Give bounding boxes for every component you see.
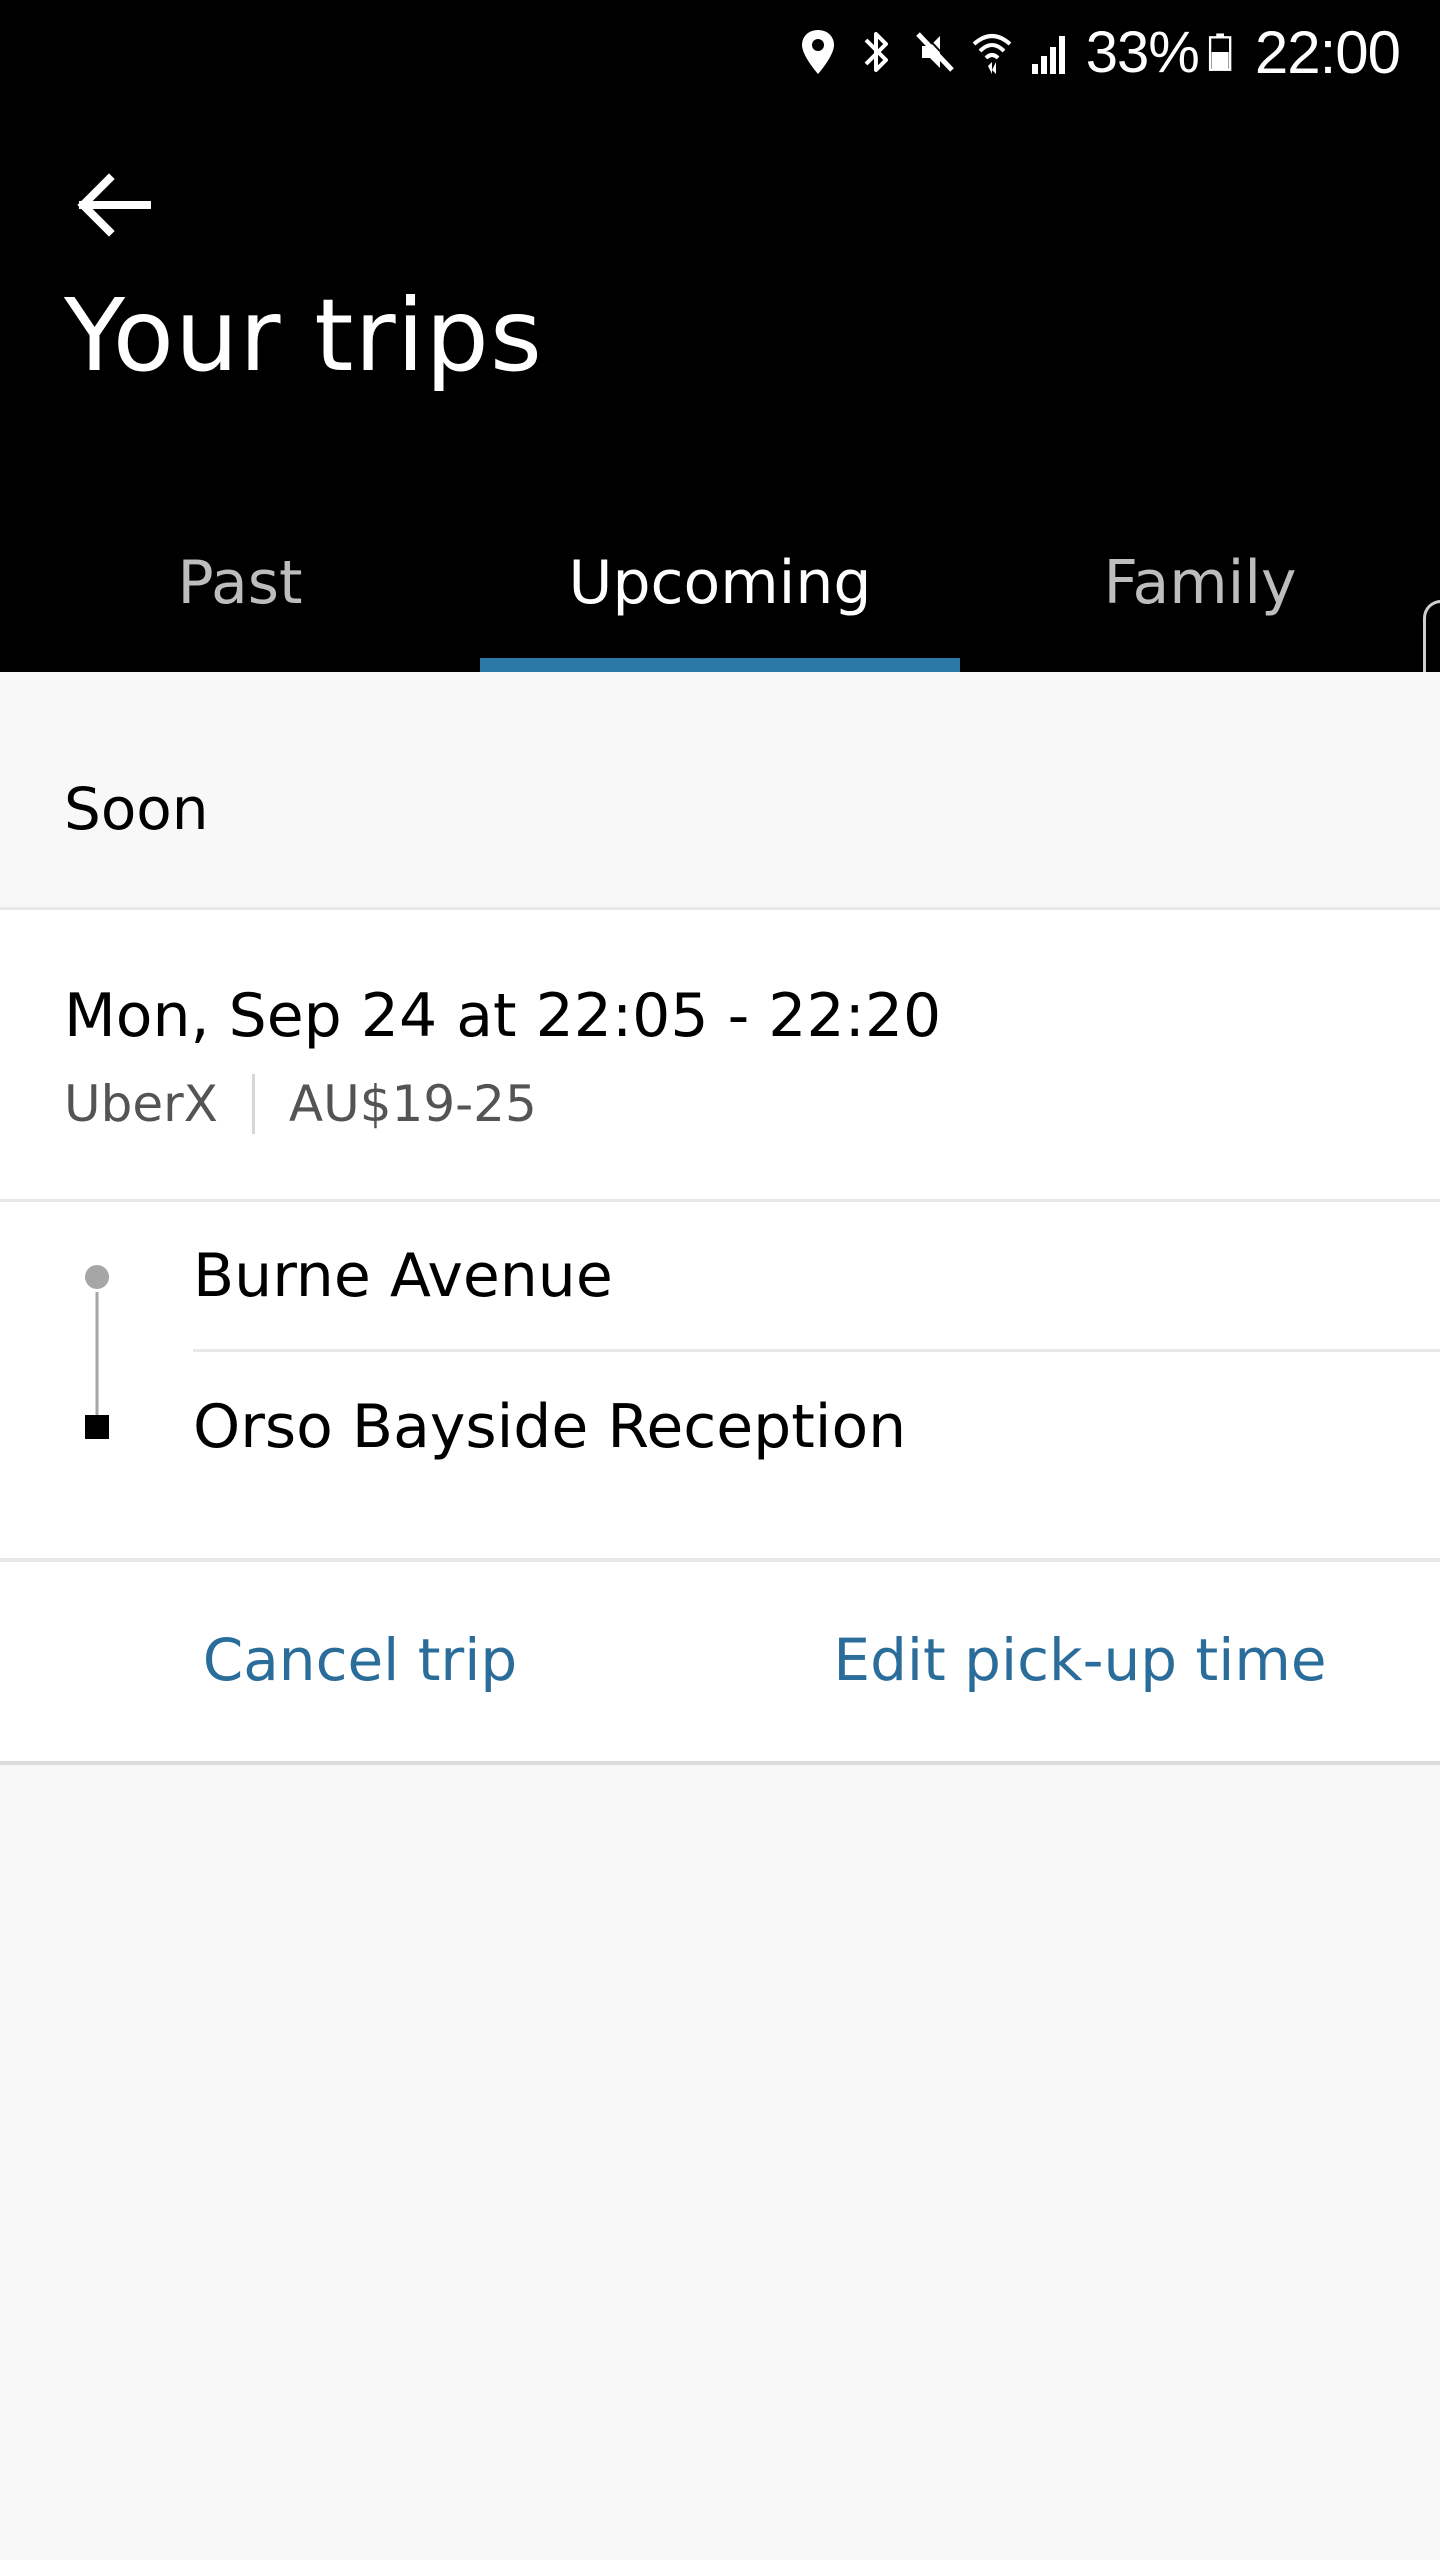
trip-tabs: Past Upcoming Family xyxy=(0,520,1440,672)
tab-past[interactable]: Past xyxy=(0,520,480,672)
battery-icon xyxy=(1208,33,1232,71)
status-bar: 33% 22:00 xyxy=(0,0,1440,104)
tab-label: Family xyxy=(1103,548,1297,618)
section-header: Soon xyxy=(0,672,1440,910)
arrow-left-icon xyxy=(77,173,151,237)
dropoff-address: Orso Bayside Reception xyxy=(193,1392,907,1462)
trip-actions: Cancel trip Edit pick-up time xyxy=(0,1562,1440,1761)
dropoff-location[interactable]: Orso Bayside Reception xyxy=(193,1352,1440,1502)
trip-product: UberX xyxy=(64,1075,218,1133)
back-button[interactable] xyxy=(58,160,168,250)
pickup-address: Burne Avenue xyxy=(193,1240,613,1311)
page-title: Your trips xyxy=(64,277,543,394)
trip-fare: AU$19-25 xyxy=(288,1075,537,1133)
trip-datetime: Mon, Sep 24 at 22:05 - 22:20 xyxy=(64,981,942,1051)
mute-icon xyxy=(915,30,956,72)
pickup-location[interactable]: Burne Avenue xyxy=(193,1202,1440,1352)
trip-route: Burne Avenue Orso Bayside Reception xyxy=(0,1202,1440,1562)
trip-summary[interactable]: Mon, Sep 24 at 22:05 - 22:20 UberX AU$19… xyxy=(0,910,1440,1202)
trip-meta: UberX AU$19-25 xyxy=(64,1074,537,1134)
battery-percentage: 33% xyxy=(1085,19,1200,85)
tab-label: Upcoming xyxy=(568,548,872,618)
cancel-trip-button[interactable]: Cancel trip xyxy=(0,1562,720,1761)
tab-family[interactable]: Family xyxy=(960,520,1440,672)
screen: 33% 22:00 Your trips Past Upcoming Famil… xyxy=(0,0,1440,2560)
section-title: Soon xyxy=(64,775,209,843)
edit-pickup-time-button[interactable]: Edit pick-up time xyxy=(720,1562,1440,1761)
tab-upcoming[interactable]: Upcoming xyxy=(480,520,960,672)
trip-card: Mon, Sep 24 at 22:05 - 22:20 UberX AU$19… xyxy=(0,910,1440,1765)
clock: 22:00 xyxy=(1254,18,1401,86)
meta-divider xyxy=(251,1074,255,1134)
bluetooth-icon xyxy=(864,32,888,72)
signal-icon xyxy=(1031,36,1065,74)
wifi-icon xyxy=(972,34,1012,74)
route-line-icon xyxy=(85,1265,109,1439)
app-header: 33% 22:00 Your trips Past Upcoming Famil… xyxy=(0,0,1440,672)
tab-label: Past xyxy=(177,548,303,618)
location-icon xyxy=(801,30,834,74)
